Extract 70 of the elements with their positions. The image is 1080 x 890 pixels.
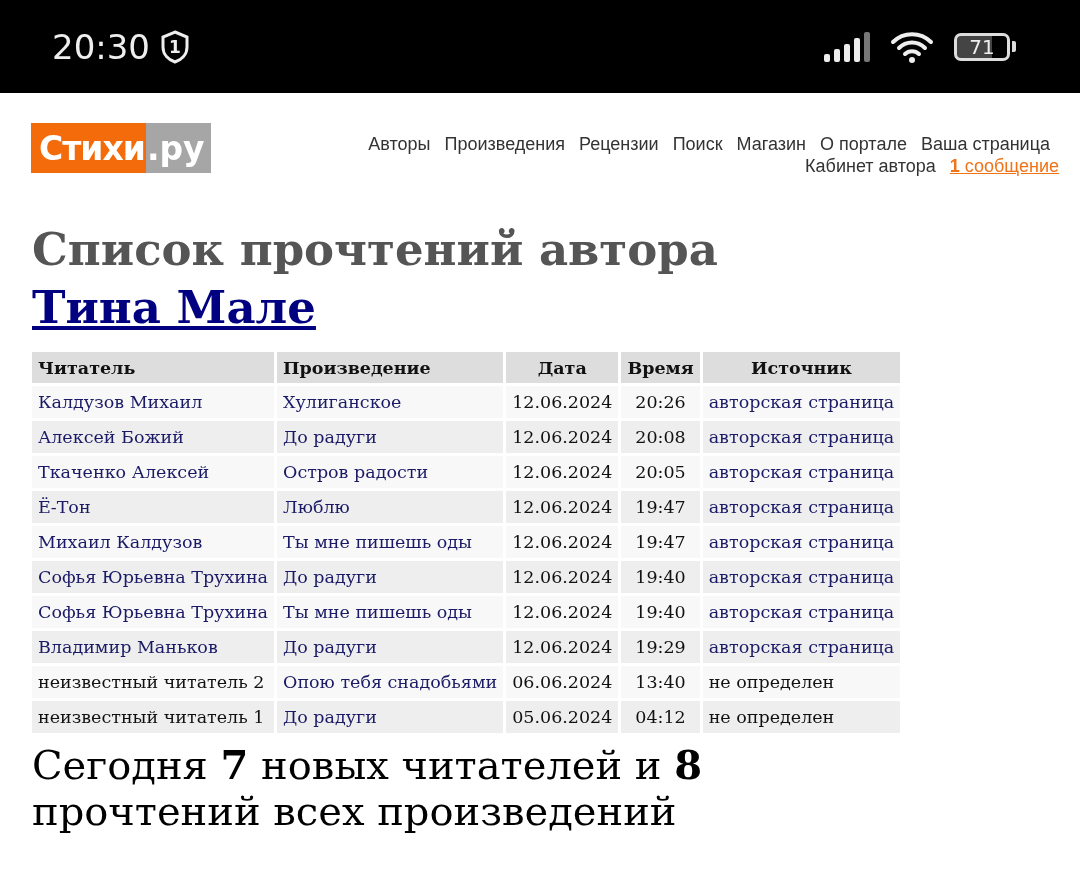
shield-icon: 1	[160, 29, 190, 64]
table-cell: 12.06.2024	[506, 421, 619, 453]
column-header: Дата	[506, 352, 619, 383]
table-link[interactable]: авторская страница	[702, 596, 901, 628]
table-cell: 19:47	[621, 491, 700, 523]
nav-link[interactable]: Кабинет автора	[805, 155, 936, 177]
column-header: Время	[621, 352, 700, 383]
table-link[interactable]: Калдузов Михаил	[32, 386, 275, 418]
nav-link[interactable]: О портале	[820, 133, 907, 155]
table-link[interactable]: авторская страница	[702, 386, 901, 418]
table-cell: 13:40	[621, 666, 700, 698]
table-cell: 20:08	[621, 421, 700, 453]
table-link[interactable]: Владимир Маньков	[32, 631, 275, 663]
table-cell: 12.06.2024	[506, 526, 619, 558]
table-link[interactable]: авторская страница	[702, 421, 901, 453]
table-cell: 19:40	[621, 561, 700, 593]
nav-link[interactable]: Поиск	[672, 133, 723, 155]
table-cell: не определен	[702, 666, 901, 698]
nav-link[interactable]: Магазин	[736, 133, 806, 155]
table-link[interactable]: Ты мне пишешь оды	[277, 526, 504, 558]
table-cell: 04:12	[621, 701, 700, 733]
table-cell: неизвестный читатель 1	[32, 701, 275, 733]
table-cell: 20:26	[621, 386, 700, 418]
table-link[interactable]: Опою тебя снадобьями	[277, 666, 504, 698]
table-cell: не определен	[702, 701, 901, 733]
table-link[interactable]: авторская страница	[702, 561, 901, 593]
nav-link[interactable]: Ваша страница	[920, 133, 1050, 155]
table-cell: 06.06.2024	[506, 666, 619, 698]
wifi-icon	[890, 29, 934, 64]
table-link[interactable]: авторская страница	[702, 491, 901, 523]
table-link[interactable]: авторская страница	[702, 631, 901, 663]
table-cell: 19:40	[621, 596, 700, 628]
table-cell: 12.06.2024	[506, 561, 619, 593]
nav-link[interactable]: Рецензии	[579, 133, 659, 155]
table-link[interactable]: Софья Юрьевна Трухина	[32, 596, 275, 628]
table-link[interactable]: Ты мне пишешь оды	[277, 596, 504, 628]
table-cell: неизвестный читатель 2	[32, 666, 275, 698]
table-link[interactable]: До радуги	[277, 421, 504, 453]
table-cell: 12.06.2024	[506, 631, 619, 663]
table-link[interactable]: Хулиганское	[277, 386, 504, 418]
column-header: Источник	[702, 352, 901, 383]
table-cell: 12.06.2024	[506, 596, 619, 628]
table-link[interactable]: Остров радости	[277, 456, 504, 488]
table-link[interactable]: До радуги	[277, 631, 504, 663]
signal-icon	[824, 31, 870, 62]
table-cell: 12.06.2024	[506, 491, 619, 523]
nav-link[interactable]: Авторы	[368, 133, 431, 155]
table-link[interactable]: До радуги	[277, 561, 504, 593]
table-link[interactable]: Люблю	[277, 491, 504, 523]
table-cell: 05.06.2024	[506, 701, 619, 733]
table-cell: 12.06.2024	[506, 386, 619, 418]
table-cell: 12.06.2024	[506, 456, 619, 488]
column-header: Читатель	[32, 352, 275, 383]
reads-summary: Сегодня 7 новых читателей и 8 прочтений всех произведений	[32, 742, 704, 834]
table-cell: 19:29	[621, 631, 700, 663]
column-header: Произведение	[277, 352, 504, 383]
table-link[interactable]: авторская страница	[702, 456, 901, 488]
page-title: Список прочтений автора Тина Мале	[32, 222, 719, 336]
clock-time: 20:30	[52, 26, 150, 67]
table-link[interactable]: Ё-Тон	[32, 491, 275, 523]
table-link[interactable]: Софья Юрьевна Трухина	[32, 561, 275, 593]
table-link[interactable]: Михаил Калдузов	[32, 526, 275, 558]
table-link[interactable]: Ткаченко Алексей	[32, 456, 275, 488]
author-link[interactable]: Тина Мале	[32, 281, 316, 334]
table-cell: 20:05	[621, 456, 700, 488]
table-link[interactable]: До радуги	[277, 701, 504, 733]
table-link[interactable]: авторская страница	[702, 526, 901, 558]
table-link[interactable]: Алексей Божий	[32, 421, 275, 453]
nav-link[interactable]: Произведения	[444, 133, 565, 155]
table-cell: 19:47	[621, 526, 700, 558]
